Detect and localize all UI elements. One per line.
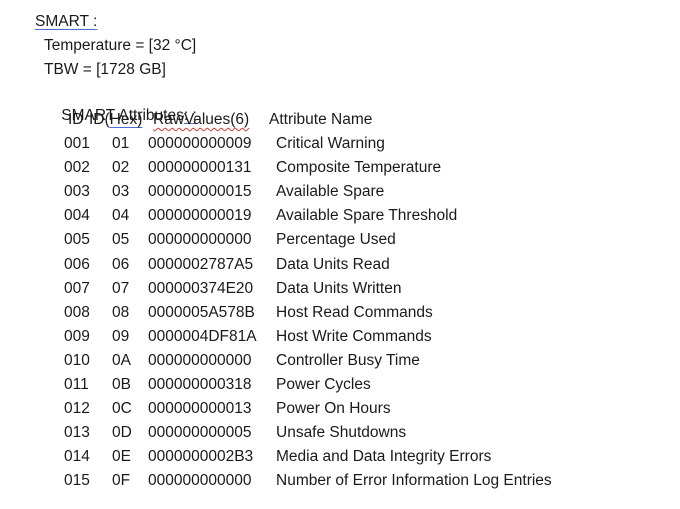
row-raw-value: 000000000000 — [148, 231, 252, 249]
row-raw-value: 000000000000 — [148, 472, 252, 490]
row-attribute-name: Composite Temperature — [276, 159, 442, 177]
row-raw-value: 0000005A578B — [148, 303, 255, 321]
table-row: 008 08 0000005A578B Host Read Commands — [0, 303, 680, 323]
row-attribute-name: Critical Warning — [276, 135, 385, 152]
row-hex: 01 — [112, 135, 130, 152]
row-raw-value: 000000000015 — [148, 183, 252, 201]
row-raw-value: 0000004DF81A — [148, 327, 257, 345]
row-attribute-name: Percentage Used — [276, 231, 396, 249]
table-row: 003 03 000000000015 Available Spare — [0, 182, 680, 202]
table-row: 013 0D 000000000005 Unsafe Shutdowns — [0, 423, 680, 443]
row-attribute-name: Available Spare — [276, 183, 385, 201]
row-hex: 07 — [112, 279, 130, 297]
table-row: 005 05 000000000000 Percentage Used — [0, 230, 680, 250]
row-attribute-name: Power On Hours — [276, 400, 391, 418]
row-id: 006 — [64, 255, 90, 273]
row-id: 014 — [64, 448, 90, 466]
row-raw-value: 000000000318 — [148, 376, 252, 393]
row-hex: 0A — [112, 351, 131, 369]
row-hex: 09 — [112, 327, 130, 345]
smart-title: SMART : — [35, 13, 98, 30]
row-hex: 03 — [112, 183, 130, 201]
row-attribute-name: Available Spare Threshold — [276, 207, 458, 225]
row-id: 004 — [64, 207, 90, 225]
row-id: 007 — [64, 279, 90, 297]
header-id: ID — [68, 111, 84, 128]
row-attribute-name: Data Units Written — [276, 279, 402, 297]
row-attribute-name: Media and Data Integrity Errors — [276, 448, 492, 466]
row-hex: 02 — [112, 159, 130, 177]
row-hex: 0B — [112, 376, 131, 393]
header-hex-word: Hex) — [109, 111, 143, 128]
table-row: 009 09 0000004DF81A Host Write Commands — [0, 327, 680, 347]
row-raw-value: 000000000009 — [148, 135, 252, 152]
tbw-line: TBW = [1728 GB] — [44, 61, 166, 78]
row-attribute-name: Data Units Read — [276, 255, 390, 273]
row-id: 015 — [64, 472, 90, 490]
row-raw-value: 000000000131 — [148, 159, 252, 177]
row-hex: 05 — [112, 231, 130, 249]
row-id: 013 — [64, 424, 90, 442]
row-attribute-name: Host Read Commands — [276, 303, 433, 321]
row-raw-value: 000000000013 — [148, 400, 252, 418]
row-id: 002 — [64, 159, 90, 177]
table-row: 010 0A 000000000000 Controller Busy Time — [0, 351, 680, 371]
row-id: 011 — [64, 376, 89, 393]
table-header: ID ID(Hex) RawValues(6) Attribute Name — [0, 110, 680, 130]
header-id-hex: ID(Hex) — [89, 110, 142, 130]
row-raw-value: 000000000005 — [148, 424, 252, 442]
table-row: 006 06 0000002787A5 Data Units Read — [0, 255, 680, 275]
table-row: 014 0E 0000000002B3 Media and Data Integrit… — [0, 447, 680, 467]
row-raw-value: 000000000019 — [148, 207, 252, 225]
row-id: 008 — [64, 303, 90, 321]
table-row: 004 04 000000000019 Available Spare Thresho… — [0, 206, 680, 226]
row-hex: 0E — [112, 448, 131, 466]
table-row: 007 07 000000374E20 Data Units Written — [0, 279, 680, 299]
header-raw-values: RawValues(6) — [153, 111, 250, 128]
row-attribute-name: Controller Busy Time — [276, 351, 420, 369]
header-attribute-name: Attribute Name — [269, 111, 373, 128]
row-hex: 06 — [112, 255, 130, 273]
row-id: 010 — [64, 351, 90, 369]
row-hex: 0D — [112, 424, 132, 442]
row-raw-value: 0000002787A5 — [148, 255, 254, 273]
header-id-hex-prefix: ID( — [89, 111, 110, 128]
row-attribute-name: Host Write Commands — [276, 327, 432, 345]
row-id: 001 — [64, 135, 90, 152]
row-id: 003 — [64, 183, 90, 201]
row-hex: 0F — [112, 472, 131, 490]
row-raw-value: 000000000000 — [148, 351, 252, 369]
table-row: 015 0F 000000000000 Number of Error Informa… — [0, 471, 680, 491]
row-hex: 0C — [112, 400, 132, 418]
row-hex: 04 — [112, 207, 130, 225]
row-raw-value: 000000374E20 — [148, 279, 254, 297]
row-attribute-name: Power Cycles — [276, 376, 371, 393]
row-id: 005 — [64, 231, 90, 249]
table-row: 002 02 000000000131 Composite Temperature — [0, 158, 680, 178]
temperature-line: Temperature = [32 °C] — [44, 37, 197, 54]
row-id: 012 — [64, 400, 90, 418]
row-raw-value: 0000000002B3 — [148, 448, 254, 466]
row-id: 009 — [64, 327, 90, 345]
row-attribute-name: Number of Error Information Log Entries — [276, 472, 552, 490]
table-row: 001 01 000000000009 Critical Warning — [0, 134, 680, 154]
row-attribute-name: Unsafe Shutdowns — [276, 424, 407, 442]
row-hex: 08 — [112, 303, 130, 321]
table-row: 012 0C 000000000013 Power On Hours — [0, 399, 680, 419]
table-row: 011 0B 000000000318 Power Cycles — [0, 375, 680, 395]
